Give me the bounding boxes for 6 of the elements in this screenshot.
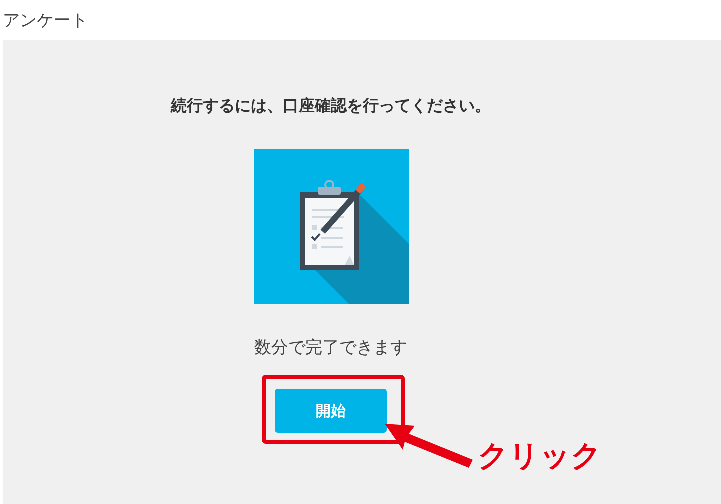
start-button[interactable]: 開始 [275, 389, 387, 433]
clipboard-icon [254, 149, 408, 304]
page-title: アンケート [3, 10, 88, 32]
heading: 続行するには、口座確認を行ってください。 [171, 96, 491, 117]
annotation-label: クリック [478, 438, 602, 476]
note-text: 数分で完了できます [254, 337, 408, 359]
